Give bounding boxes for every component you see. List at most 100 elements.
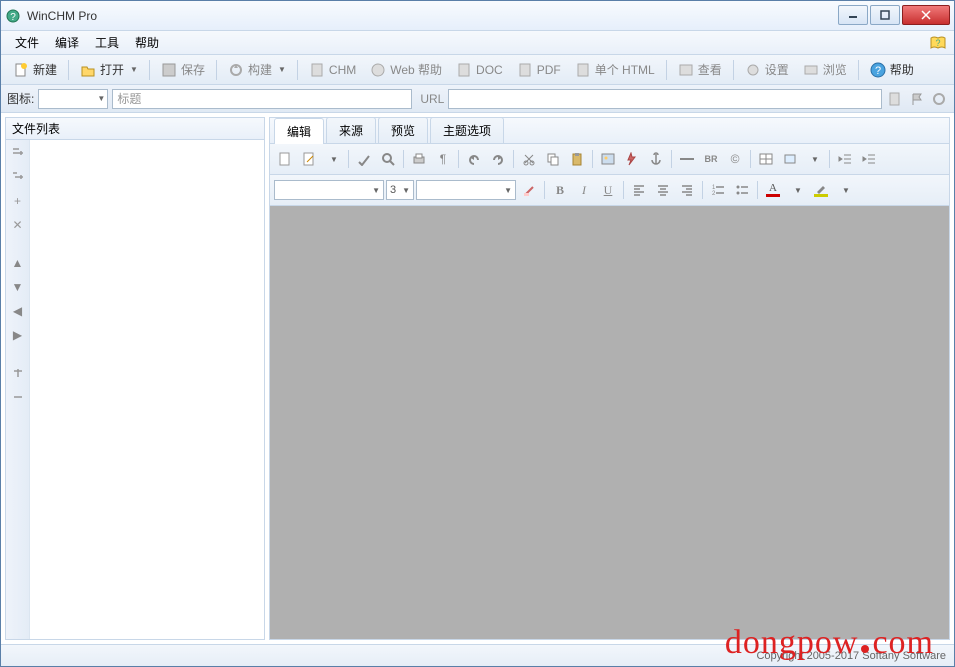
cell-icon[interactable]: [779, 149, 801, 169]
app-window: ? WinCHM Pro 文件 编译 工具 帮助 ? 新建 打开 ▼: [0, 0, 955, 667]
flag-icon[interactable]: [908, 90, 926, 108]
add-child-icon[interactable]: [9, 168, 27, 186]
spellcheck-icon[interactable]: [353, 149, 375, 169]
arrow-down-icon[interactable]: ▼: [9, 278, 27, 296]
add-sibling-icon[interactable]: [9, 144, 27, 162]
new-doc-icon[interactable]: [274, 149, 296, 169]
webhelp-button[interactable]: Web 帮助: [364, 58, 448, 81]
expand-icon[interactable]: [9, 364, 27, 382]
indent-icon[interactable]: [858, 149, 880, 169]
svg-text:?: ?: [10, 12, 16, 23]
flash-icon[interactable]: [621, 149, 643, 169]
print-icon[interactable]: [408, 149, 430, 169]
copy-icon[interactable]: [542, 149, 564, 169]
left-panel-header: 文件列表: [6, 118, 264, 140]
redo-icon[interactable]: [487, 149, 509, 169]
underline-icon[interactable]: U: [597, 180, 619, 200]
new-button[interactable]: 新建: [7, 58, 63, 81]
chm-button[interactable]: CHM: [303, 59, 362, 81]
browse-button[interactable]: 浏览: [797, 58, 853, 81]
find-icon[interactable]: [377, 149, 399, 169]
edit-dropdown-icon[interactable]: ▼: [322, 149, 344, 169]
doc-button[interactable]: DOC: [450, 59, 509, 81]
font-color-dropdown[interactable]: ▼: [786, 180, 808, 200]
save-label: 保存: [181, 61, 205, 78]
list-ol-icon[interactable]: 12: [707, 180, 729, 200]
plus-icon[interactable]: +: [9, 192, 27, 210]
globe-icon: [370, 62, 386, 78]
save-button[interactable]: 保存: [155, 58, 211, 81]
maximize-button[interactable]: [870, 5, 900, 25]
url-field[interactable]: [448, 89, 882, 109]
paragraph-icon[interactable]: ¶: [432, 149, 454, 169]
chm-label: CHM: [329, 63, 356, 77]
arrow-up-icon[interactable]: ▲: [9, 254, 27, 272]
page-icon[interactable]: [886, 90, 904, 108]
clearfmt-icon[interactable]: [518, 180, 540, 200]
tab-source[interactable]: 来源: [326, 117, 376, 143]
menu-compile[interactable]: 编译: [47, 31, 87, 54]
delete-icon[interactable]: ✕: [9, 216, 27, 234]
tab-theme[interactable]: 主题选项: [430, 117, 504, 143]
menu-help[interactable]: 帮助: [127, 31, 167, 54]
align-center-icon[interactable]: [652, 180, 674, 200]
open-label: 打开: [100, 61, 124, 78]
font-color-icon[interactable]: A: [762, 180, 784, 200]
collapse-icon[interactable]: [9, 388, 27, 406]
tab-edit[interactable]: 编辑: [274, 118, 324, 144]
editor-canvas[interactable]: [270, 206, 949, 639]
icon-combo[interactable]: ▼: [38, 89, 108, 109]
edit-icon[interactable]: [298, 149, 320, 169]
highlight-dropdown[interactable]: ▼: [834, 180, 856, 200]
copyright-icon[interactable]: ©: [724, 149, 746, 169]
arrow-right-icon[interactable]: ▶: [9, 326, 27, 344]
hr-icon[interactable]: [676, 149, 698, 169]
app-icon: ?: [5, 8, 21, 24]
editor-toolbar-2: ▼ 3▼ ▼ B I U 12 A ▼: [270, 175, 949, 206]
title-field[interactable]: 标题: [112, 89, 412, 109]
undo-icon[interactable]: [463, 149, 485, 169]
build-icon: [228, 62, 244, 78]
align-left-icon[interactable]: [628, 180, 650, 200]
window-buttons: [836, 5, 950, 25]
menu-tools[interactable]: 工具: [87, 31, 127, 54]
cut-icon[interactable]: [518, 149, 540, 169]
pdf-icon: [517, 62, 533, 78]
help-button[interactable]: ? 帮助: [864, 58, 920, 81]
paste-icon[interactable]: [566, 149, 588, 169]
image-icon[interactable]: [597, 149, 619, 169]
br-icon[interactable]: BR: [700, 149, 722, 169]
tab-preview[interactable]: 预览: [378, 117, 428, 143]
pdf-button[interactable]: PDF: [511, 59, 567, 81]
side-toolbar: + ✕ ▲ ▼ ◀ ▶: [6, 140, 30, 639]
font-combo[interactable]: ▼: [274, 180, 384, 200]
arrow-left-icon[interactable]: ◀: [9, 302, 27, 320]
menu-file[interactable]: 文件: [7, 31, 47, 54]
build-button[interactable]: 构建 ▼: [222, 58, 292, 81]
list-ul-icon[interactable]: [731, 180, 753, 200]
single-html-button[interactable]: 单个 HTML: [569, 58, 661, 81]
svg-text:2: 2: [712, 191, 716, 197]
save-icon: [161, 62, 177, 78]
gear2-icon[interactable]: [930, 90, 948, 108]
close-button[interactable]: [902, 5, 950, 25]
table-dropdown-icon[interactable]: ▼: [803, 149, 825, 169]
settings-button[interactable]: 设置: [739, 58, 795, 81]
highlight-icon[interactable]: [810, 180, 832, 200]
style-combo[interactable]: ▼: [416, 180, 516, 200]
view-button[interactable]: 查看: [672, 58, 728, 81]
table-icon[interactable]: [755, 149, 777, 169]
minimize-button[interactable]: [838, 5, 868, 25]
help-book-icon[interactable]: ?: [928, 34, 948, 52]
file-tree[interactable]: [30, 140, 264, 639]
open-button[interactable]: 打开 ▼: [74, 58, 144, 81]
doc-icon: [456, 62, 472, 78]
new-label: 新建: [33, 61, 57, 78]
anchor-icon[interactable]: [645, 149, 667, 169]
outdent-icon[interactable]: [834, 149, 856, 169]
align-right-icon[interactable]: [676, 180, 698, 200]
italic-icon[interactable]: I: [573, 180, 595, 200]
single-label: 单个 HTML: [595, 61, 655, 78]
bold-icon[interactable]: B: [549, 180, 571, 200]
fontsize-combo[interactable]: 3▼: [386, 180, 414, 200]
